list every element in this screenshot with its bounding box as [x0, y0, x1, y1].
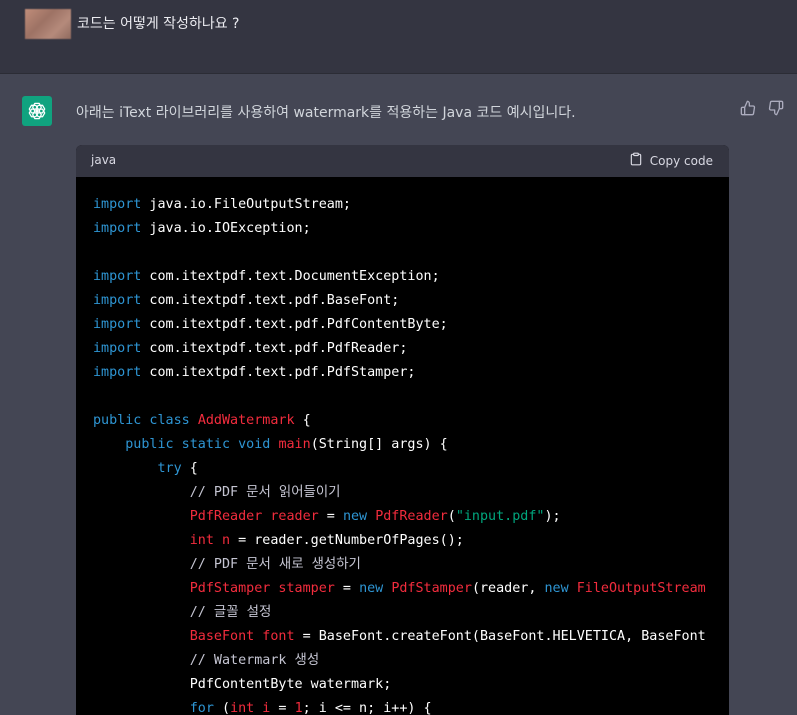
code-line: import com.itextpdf.text.pdf.PdfContentB… — [93, 313, 706, 337]
code-token: "input.pdf" — [455, 509, 545, 524]
code-token: import — [93, 221, 142, 236]
user-message-row: 코드는 어떻게 작성하나요 ? — [0, 0, 797, 74]
code-token: (reader, — [471, 581, 545, 596]
code-token: // Watermark 생성 — [189, 653, 320, 668]
thumbs-down-icon[interactable] — [768, 100, 786, 118]
code-token: FileOutputStream — [576, 581, 706, 596]
assistant-message-text: 아래는 iText 라이브러리를 사용하여 watermark를 적용하는 Ja… — [76, 105, 576, 121]
code-token: import — [93, 317, 142, 332]
user-message-text: 코드는 어떻게 작성하나요 ? — [77, 16, 240, 32]
code-line: PdfContentByte watermark; — [93, 673, 706, 697]
code-token: // PDF 문서 새로 생성하기 — [189, 557, 361, 572]
code-token: PdfReader reader — [189, 509, 319, 524]
code-token: AddWatermark — [197, 413, 295, 428]
code-token: public static void — [125, 437, 279, 452]
code-token: ( — [213, 701, 231, 715]
code-line: // Watermark 생성 — [93, 649, 706, 673]
code-token: BaseFont font — [189, 629, 295, 644]
code-line: for (int i = 1; i <= n; i++) { — [93, 697, 706, 715]
code-line: import java.io.IOException; — [93, 217, 706, 241]
code-line: PdfReader reader = new PdfReader("input.… — [93, 505, 706, 529]
code-line: // 글꼴 설정 — [93, 601, 706, 625]
code-token: = BaseFont.createFont(BaseFont.HELVETICA… — [294, 629, 706, 644]
code-token: int i — [230, 701, 271, 715]
code-token: main — [278, 437, 311, 452]
code-line: PdfStamper stamper = new PdfStamper(read… — [93, 577, 706, 601]
code-line: import com.itextpdf.text.pdf.PdfStamper; — [93, 361, 706, 385]
code-content[interactable]: import java.io.FileOutputStream; import j… — [93, 193, 706, 715]
code-token: { — [181, 461, 198, 476]
code-token: import — [93, 197, 142, 212]
code-token: com.itextpdf.text.pdf.BaseFont; — [141, 293, 400, 308]
thumbs-up-icon[interactable] — [740, 100, 758, 118]
code-token: import — [93, 293, 142, 308]
code-token: ); — [544, 509, 561, 524]
code-token: ; i <= n; i++) { — [302, 701, 432, 715]
clipboard-icon — [629, 152, 643, 169]
code-token: = reader.getNumberOfPages(); — [230, 533, 464, 548]
code-token: import — [93, 341, 142, 356]
code-token: { — [294, 413, 311, 428]
code-token: = — [334, 581, 360, 596]
code-token: com.itextpdf.text.pdf.PdfStamper; — [141, 365, 416, 380]
user-avatar — [25, 9, 71, 39]
code-token: // 글꼴 설정 — [189, 605, 272, 620]
code-line: // PDF 문서 새로 생성하기 — [93, 553, 706, 577]
code-token: import — [93, 365, 142, 380]
code-token: public class — [93, 413, 198, 428]
code-token: // PDF 문서 읽어들이기 — [189, 485, 341, 500]
code-token: PdfContentByte watermark; — [93, 677, 392, 692]
code-line: import java.io.FileOutputStream; — [93, 193, 706, 217]
code-token: new — [359, 581, 392, 596]
code-token: com.itextpdf.text.pdf.PdfReader; — [141, 341, 408, 356]
code-token: com.itextpdf.text.pdf.PdfContentByte; — [141, 317, 448, 332]
copy-code-label: Copy code — [649, 153, 713, 168]
code-line: import com.itextpdf.text.pdf.PdfReader; — [93, 337, 706, 361]
code-line: int n = reader.getNumberOfPages(); — [93, 529, 706, 553]
code-token: try — [157, 461, 182, 476]
code-line: import com.itextpdf.text.DocumentExcepti… — [93, 265, 706, 289]
chatgpt-logo-icon — [22, 96, 52, 126]
code-token: java.io.IOException; — [141, 221, 311, 236]
code-token: PdfStamper — [391, 581, 472, 596]
code-token: (String[] args) { — [310, 437, 448, 452]
code-line: // PDF 문서 읽어들이기 — [93, 481, 706, 505]
code-token: for — [189, 701, 214, 715]
code-token: new — [342, 509, 376, 524]
code-language-label: java — [91, 153, 117, 167]
code-line: try { — [93, 457, 706, 481]
code-line: import com.itextpdf.text.pdf.BaseFont; — [93, 289, 706, 313]
code-block-header: java Copy code — [76, 145, 729, 177]
code-line: public static void main(String[] args) { — [93, 433, 706, 457]
copy-code-button[interactable]: Copy code — [629, 152, 713, 169]
code-line: BaseFont font = BaseFont.createFont(Base… — [93, 625, 706, 649]
code-token: = — [318, 509, 343, 524]
code-token: PdfStamper stamper — [189, 581, 335, 596]
code-block: java Copy code import java.io.FileOutput… — [76, 145, 729, 715]
code-token: import — [93, 269, 142, 284]
code-token: = — [270, 701, 295, 715]
code-token: java.io.FileOutputStream; — [141, 197, 351, 212]
code-token: ( — [447, 509, 456, 524]
code-token: com.itextpdf.text.DocumentException; — [141, 269, 440, 284]
code-token: 1 — [294, 701, 303, 715]
code-token: new — [544, 581, 577, 596]
code-token: PdfReader — [375, 509, 448, 524]
code-line: public class AddWatermark { — [93, 409, 706, 433]
code-token: int n — [189, 533, 231, 548]
